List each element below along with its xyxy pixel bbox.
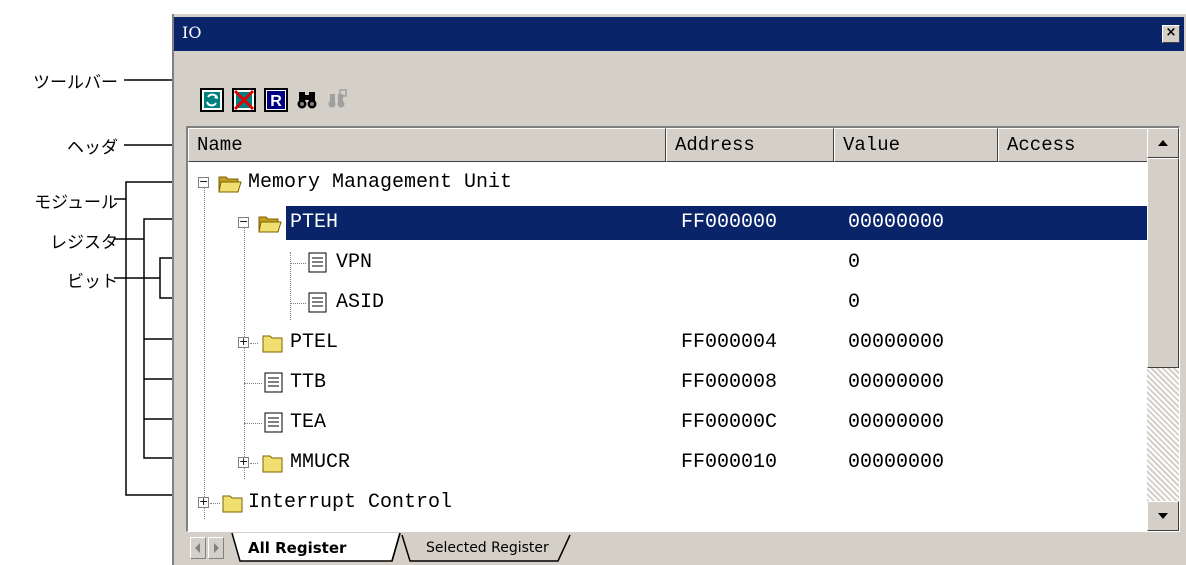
scroll-down-button[interactable] <box>1147 501 1179 531</box>
document-icon <box>264 372 283 393</box>
expand-toggle[interactable]: + <box>238 336 249 348</box>
expand-toggle[interactable]: + <box>198 496 209 508</box>
tab-scroll-left-button[interactable] <box>190 537 206 559</box>
register-icon[interactable]: R <box>264 88 288 112</box>
tab-all-register[interactable]: All Register <box>248 539 346 557</box>
row-name: Memory Management Unit <box>248 171 513 194</box>
tree-row-register[interactable]: + PTEL FF000004 00000000 <box>188 323 1148 363</box>
tree-row-register[interactable]: + MMUCR FF000010 00000000 <box>188 443 1148 483</box>
document-icon <box>264 412 283 433</box>
sheet-tab-bar: All Register Selected Register <box>186 533 1180 563</box>
tab-selected-register[interactable]: Selected Register <box>426 540 549 556</box>
disabled-search-icon <box>328 89 347 108</box>
row-name: ASID <box>336 291 385 314</box>
folder-icon <box>262 335 283 353</box>
expand-toggle[interactable]: + <box>238 456 249 468</box>
scroll-thumb[interactable] <box>1147 158 1179 368</box>
close-button[interactable]: × <box>1162 25 1180 43</box>
column-header-access[interactable]: Access <box>998 128 1150 162</box>
row-value: 0 <box>848 251 861 274</box>
svg-text:R: R <box>270 93 282 110</box>
tree-row-register[interactable]: TEA FF00000C 00000000 <box>188 403 1148 443</box>
document-icon <box>308 252 327 273</box>
row-name: TEA <box>290 411 327 434</box>
tree-line <box>290 303 306 304</box>
column-header-value[interactable]: Value <box>834 128 998 162</box>
arrow-down-icon <box>1158 513 1168 519</box>
column-header-address[interactable]: Address <box>666 128 834 162</box>
row-address: FF00000C <box>681 411 778 434</box>
row-value: 00000000 <box>848 331 945 354</box>
open-folder-icon <box>218 176 242 193</box>
tree-row-bit[interactable]: ASID 0 <box>188 283 1148 323</box>
row-name: VPN <box>336 251 373 274</box>
tab-scroll-right-button[interactable] <box>208 537 224 559</box>
arrow-left-icon <box>195 543 200 553</box>
folder-icon <box>262 455 283 473</box>
binoculars-icon[interactable] <box>296 88 320 112</box>
row-address: FF000010 <box>681 451 778 474</box>
collapse-toggle[interactable]: − <box>198 176 209 188</box>
row-name: MMUCR <box>290 451 351 474</box>
tree-row-bit[interactable]: VPN 0 <box>188 243 1148 283</box>
scroll-track[interactable] <box>1147 368 1179 501</box>
refresh-icon[interactable] <box>200 88 224 112</box>
tree-row-module[interactable]: + Interrupt Control <box>188 483 1148 523</box>
window-title: IO <box>182 23 202 42</box>
row-address: FF000000 <box>681 211 778 234</box>
row-value: 00000000 <box>848 371 945 394</box>
toolbar: R <box>174 51 1186 123</box>
tree-row-register-selected[interactable]: − PTEH FF000000 00000000 <box>188 203 1148 243</box>
stop-refresh-icon[interactable] <box>232 88 256 112</box>
tree-line <box>250 343 258 344</box>
collapse-toggle[interactable]: − <box>238 216 249 228</box>
tree-line <box>290 263 306 264</box>
row-name: PTEL <box>290 331 339 354</box>
tree-row-module[interactable]: − Memory Management Unit <box>188 163 1148 203</box>
column-header-name[interactable]: Name <box>188 128 666 162</box>
folder-icon <box>222 495 243 513</box>
tree-line <box>250 463 258 464</box>
row-value: 00000000 <box>848 211 945 234</box>
io-window: IO × R Name Address Value Access − Memor… <box>172 14 1186 565</box>
register-list-view[interactable]: Name Address Value Access − Memory Manag… <box>186 126 1180 532</box>
vertical-scrollbar[interactable] <box>1147 128 1179 531</box>
document-icon <box>308 292 327 313</box>
row-name: PTEH <box>290 211 339 234</box>
tree-row-register[interactable]: TTB FF000008 00000000 <box>188 363 1148 403</box>
tree-line <box>244 383 262 384</box>
row-name: TTB <box>290 371 327 394</box>
tree-line <box>244 423 262 424</box>
row-name: Interrupt Control <box>248 491 453 514</box>
row-address: FF000008 <box>681 371 778 394</box>
title-bar: IO × <box>174 17 1184 51</box>
scroll-up-button[interactable] <box>1147 128 1179 158</box>
tree-line <box>210 503 220 504</box>
list-header: Name Address Value Access <box>188 128 1150 164</box>
open-folder-icon <box>258 216 282 233</box>
row-value: 00000000 <box>848 451 945 474</box>
row-value: 00000000 <box>848 411 945 434</box>
arrow-up-icon <box>1158 140 1168 146</box>
row-value: 0 <box>848 291 861 314</box>
row-address: FF000004 <box>681 331 778 354</box>
arrow-right-icon <box>214 543 219 553</box>
